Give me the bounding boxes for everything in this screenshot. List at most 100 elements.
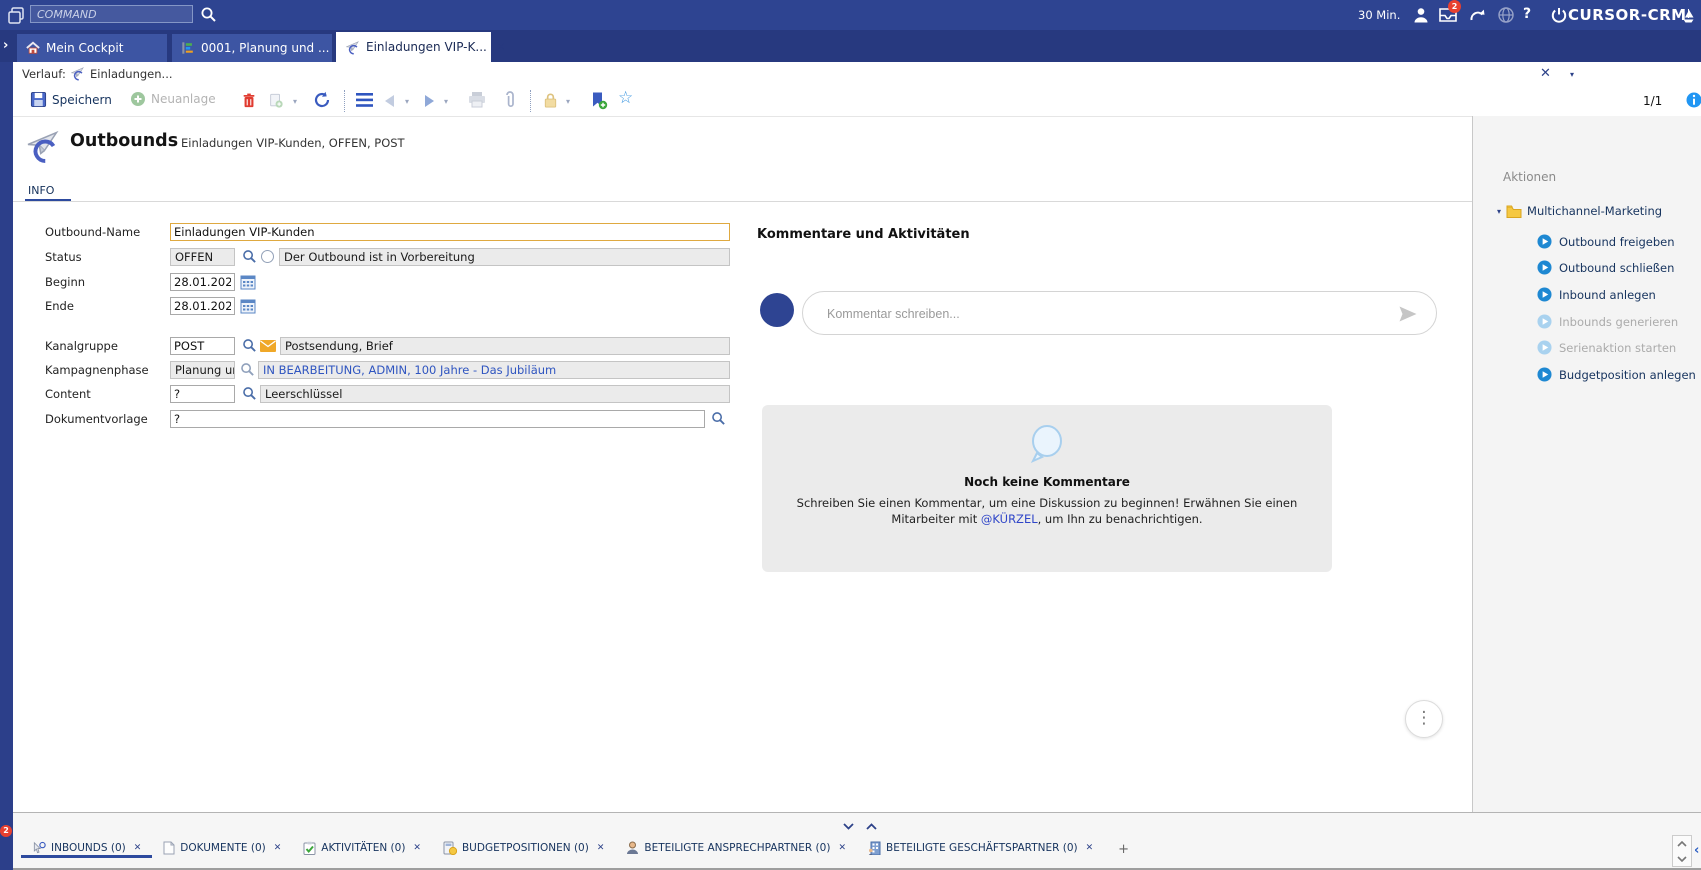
lock-dropdown-icon[interactable]: ▾ [566, 97, 570, 106]
logout-power-icon[interactable] [1550, 6, 1568, 24]
field-row-dokumentvorlage: Dokumentvorlage [0, 410, 770, 428]
previous-record-icon[interactable] [385, 95, 394, 107]
command-input[interactable] [30, 5, 193, 23]
refresh-icon[interactable] [313, 91, 331, 109]
next-dropdown-icon[interactable]: ▾ [444, 97, 448, 106]
tab-info[interactable]: INFO [28, 184, 54, 197]
delete-icon[interactable] [241, 92, 257, 109]
actions-group-multichannel[interactable]: ▾ Multichannel-Marketing [1497, 204, 1662, 218]
next-record-icon[interactable] [425, 95, 434, 107]
expand-up-icon[interactable] [866, 823, 877, 830]
action-outbound-schliessen[interactable]: Outbound schließen [1537, 260, 1674, 275]
bottom-tab-beteiligte-geschaeftspartner[interactable]: BETEILIGTE GESCHÄFTSPARTNER (0) ✕ [857, 841, 1104, 858]
kampagnenphase-key-field: Planung und [170, 361, 235, 379]
action-budgetposition-anlegen[interactable]: Budgetposition anlegen [1537, 367, 1696, 382]
history-bar: Verlauf: Einladungen... ✕ ▾ [13, 62, 1701, 87]
page-title: Outbounds [70, 131, 178, 151]
close-tab-icon[interactable]: ✕ [413, 843, 421, 853]
speech-bubble-icon [762, 405, 1332, 467]
lookup-icon[interactable] [240, 362, 255, 377]
menu-icon[interactable] [356, 93, 373, 107]
action-outbound-freigeben[interactable]: Outbound freigeben [1537, 234, 1675, 249]
collapse-caret-icon[interactable]: ▾ [1497, 207, 1501, 216]
notification-badge: 2 [1448, 0, 1461, 13]
contact-person-icon [626, 841, 639, 855]
ende-date-input[interactable] [170, 297, 235, 315]
bookmark-add-icon[interactable] [589, 91, 608, 110]
lookup-icon[interactable] [242, 249, 257, 264]
calendar-icon[interactable] [240, 274, 256, 290]
close-tab-icon[interactable]: ✕ [274, 843, 282, 853]
more-options-button[interactable]: ⋮ [1405, 700, 1443, 738]
cmd-globe-icon[interactable] [1497, 6, 1515, 24]
inbound-icon [32, 841, 46, 855]
calendar-icon[interactable] [240, 298, 256, 314]
lookup-icon[interactable] [242, 338, 257, 353]
scroll-down-icon[interactable] [1677, 856, 1687, 862]
send-icon[interactable] [1398, 305, 1418, 323]
content-key-input[interactable] [170, 385, 235, 403]
bottom-tab-dokumente[interactable]: DOKUMENTE (0) ✕ [152, 841, 292, 858]
kampagnenphase-link-field[interactable]: IN BEARBEITUNG, ADMIN, 100 Jahre - Das J… [258, 361, 730, 379]
play-icon-disabled [1537, 314, 1552, 329]
save-button[interactable]: Speichern [30, 91, 112, 108]
favorite-star-icon[interactable]: ☆ [618, 88, 633, 108]
close-tab-icon[interactable]: ✕ [838, 843, 846, 853]
previous-dropdown-icon[interactable]: ▾ [405, 97, 409, 106]
lookup-icon[interactable] [242, 386, 257, 401]
field-row-kampagnenphase: Kampagnenphase Planung und IN BEARBEITUN… [0, 361, 770, 379]
user-icon[interactable] [1412, 6, 1430, 24]
history-dropdown-icon[interactable]: ▾ [1570, 70, 1574, 79]
left-collapsed-panel[interactable]: 2 [0, 62, 13, 870]
mention-link[interactable]: @KÜRZEL [981, 512, 1038, 526]
top-command-bar: 30 Min. 2 ? CURSOR-CRM [0, 0, 1701, 30]
print-icon[interactable] [468, 92, 486, 108]
copy-dropdown-icon[interactable]: ▾ [293, 97, 297, 106]
close-tab-icon[interactable]: ✕ [497, 42, 505, 53]
action-inbound-anlegen[interactable]: Inbound anlegen [1537, 287, 1656, 302]
copy-record-icon[interactable] [268, 92, 284, 109]
new-record-button[interactable]: Neuanlage [130, 91, 216, 107]
attachment-icon[interactable] [503, 90, 517, 109]
pages-icon[interactable] [8, 7, 25, 24]
inbox-tray-icon[interactable]: 2 [1438, 6, 1458, 23]
bottom-tab-budgetpositionen[interactable]: BUDGETPOSITIONEN (0) ✕ [432, 841, 615, 858]
outbound-name-input[interactable] [170, 223, 730, 241]
action-inbounds-generieren: Inbounds generieren [1537, 314, 1678, 329]
dokumentvorlage-input[interactable] [170, 410, 705, 428]
field-label: Beginn [45, 275, 85, 289]
tab-einladungen-vip[interactable]: Einladungen VIP-K... ✕ [336, 32, 491, 62]
outbound-plane-icon [345, 40, 360, 55]
lookup-icon[interactable] [711, 411, 726, 426]
close-tab-icon[interactable]: ✕ [1086, 843, 1094, 853]
command-search-icon[interactable] [200, 6, 217, 23]
history-entry[interactable]: Einladungen... [90, 67, 173, 81]
expand-right-icon[interactable]: ‹ [1694, 843, 1699, 858]
record-subtitle: Einladungen VIP-Kunden, OFFEN, POST [181, 136, 405, 150]
tab-mein-cockpit[interactable]: Mein Cockpit [17, 34, 167, 62]
record-pager: 1/1 [1643, 94, 1662, 108]
status-description-field: Der Outbound ist in Vorbereitung [279, 248, 730, 266]
close-tab-icon[interactable]: ✕ [134, 843, 142, 853]
tab-kampagne-0001[interactable]: 0001, Planung und ... ✕ [172, 34, 332, 62]
bottom-tab-beteiligte-ansprechpartner[interactable]: BETEILIGTE ANSPRECHPARTNER (0) ✕ [615, 841, 857, 858]
lock-icon[interactable] [542, 91, 559, 109]
info-icon[interactable] [1686, 92, 1701, 108]
close-tab-icon[interactable]: ✕ [597, 843, 605, 853]
bottom-tab-aktivitaeten[interactable]: AKTIVITÄTEN (0) ✕ [292, 841, 432, 858]
outbounds-entity-icon [25, 128, 61, 164]
bottom-tab-inbounds[interactable]: INBOUNDS (0) ✕ [21, 841, 152, 858]
beginn-date-input[interactable] [170, 273, 235, 291]
expand-left-panel-icon[interactable]: › [3, 38, 8, 53]
help-icon[interactable]: ? [1523, 6, 1531, 22]
redo-icon[interactable] [1468, 6, 1486, 24]
activity-check-icon [303, 841, 316, 855]
comment-input[interactable] [825, 293, 1389, 335]
collapse-down-icon[interactable] [843, 823, 854, 830]
scroll-up-icon[interactable] [1677, 841, 1687, 847]
status-key-field: OFFEN [170, 248, 235, 266]
add-tab-button[interactable]: + [1104, 841, 1143, 858]
record-tab-bar: › Mein Cockpit 0001, Planung und ... ✕ E… [0, 30, 1701, 62]
history-close-icon[interactable]: ✕ [1540, 66, 1551, 81]
kanalgruppe-key-input[interactable] [170, 337, 235, 355]
